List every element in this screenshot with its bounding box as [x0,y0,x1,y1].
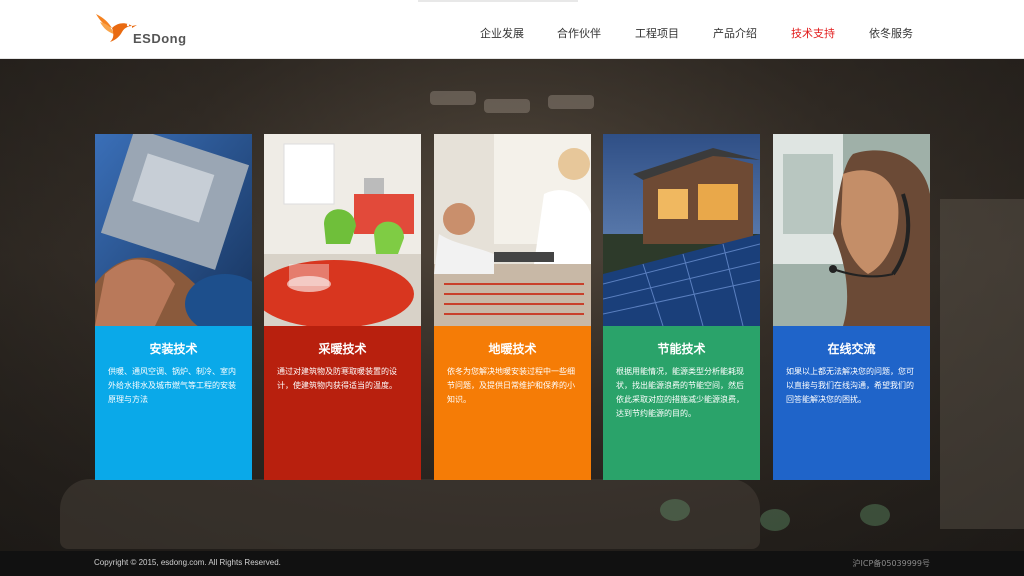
card-image-floor-heating [434,134,591,326]
card-body-online-chat: 在线交流 如果以上都无法解决您的问题，您可以直接与我们在线沟通，希望我们的回答能… [773,326,930,480]
card-heating[interactable]: 采暖技术 通过对建筑物及防寒取暖装置的设计，使建筑物内获得适当的温度。 [264,134,421,480]
couple-reviewing-floor-heating-image [434,134,591,326]
site-header: ESDong 企业发展 合作伙伴 工程项目 产品介绍 技术支持 依冬服务 [0,0,1024,59]
icp-license-link[interactable]: 沪ICP备05039999号 [853,558,931,569]
card-body-installation: 安装技术 供暖、通风空调、锅炉、制冷、室内外给水排水及城市燃气等工程的安装原理与… [95,326,252,480]
card-title[interactable]: 节能技术 [603,340,760,357]
card-title[interactable]: 安装技术 [95,340,252,357]
nav-item-products[interactable]: 产品介绍 [713,25,757,41]
support-agent-with-headset-image [773,134,930,326]
card-image-energy-saving [603,134,760,326]
card-body-heating: 采暖技术 通过对建筑物及防寒取暖装置的设计，使建筑物内获得适当的温度。 [264,326,421,480]
background-table [60,479,760,549]
card-image-heating [264,134,421,326]
card-image-installation [95,134,252,326]
card-energy-saving[interactable]: 节能技术 根据用能情况，能源类型分析能耗现状，找出能源浪费的节能空间，然后依此采… [603,134,760,480]
ceiling-light [548,95,594,109]
main-nav: 企业发展 合作伙伴 工程项目 产品介绍 技术支持 依冬服务 [0,0,1024,59]
ceiling-light [484,99,530,113]
card-description: 供暖、通风空调、锅炉、制冷、室内外给水排水及城市燃气等工程的安装原理与方法 [108,367,236,404]
card-online-chat[interactable]: 在线交流 如果以上都无法解决您的问题，您可以直接与我们在线沟通，希望我们的回答能… [773,134,930,480]
card-title[interactable]: 地暖技术 [434,340,591,357]
card-description: 依冬为您解决地暖安装过程中一些细节问题，及提供日常维护和保养的小知识。 [447,367,575,404]
nav-item-enterprise-development[interactable]: 企业发展 [480,25,524,41]
card-title[interactable]: 采暖技术 [264,340,421,357]
background-stool [860,504,890,526]
technician-installing-equipment-image [95,134,252,326]
nav-item-services[interactable]: 依冬服务 [869,25,913,41]
nav-item-tech-support[interactable]: 技术支持 [791,25,835,41]
card-floor-heating[interactable]: 地暖技术 依冬为您解决地暖安装过程中一些细节问题，及提供日常维护和保养的小知识。 [434,134,591,480]
card-body-floor-heating: 地暖技术 依冬为您解决地暖安装过程中一些细节问题，及提供日常维护和保养的小知识。 [434,326,591,480]
site-footer: Copyright © 2015, esdong.com. All Rights… [0,551,1024,576]
nav-item-partners[interactable]: 合作伙伴 [557,25,601,41]
background-wall [940,199,1024,529]
background-stool [660,499,690,521]
card-installation[interactable]: 安装技术 供暖、通风空调、锅炉、制冷、室内外给水排水及城市燃气等工程的安装原理与… [95,134,252,480]
background-stool [760,509,790,531]
card-description: 如果以上都无法解决您的问题，您可以直接与我们在线沟通，希望我们的回答能解决您的困… [786,367,914,404]
card-title[interactable]: 在线交流 [773,340,930,357]
house-with-solar-panels-image [603,134,760,326]
ceiling-light [430,91,476,105]
card-image-online-chat [773,134,930,326]
card-body-energy-saving: 节能技术 根据用能情况，能源类型分析能耗现状，找出能源浪费的节能空间，然后依此采… [603,326,760,480]
card-description: 根据用能情况，能源类型分析能耗现状，找出能源浪费的节能空间，然后依此采取对应的措… [616,367,744,418]
copyright-text: Copyright © 2015, esdong.com. All Rights… [94,558,281,567]
living-room-green-chairs-image [264,134,421,326]
nav-item-projects[interactable]: 工程项目 [635,25,679,41]
card-description: 通过对建筑物及防寒取暖装置的设计，使建筑物内获得适当的温度。 [277,367,397,390]
